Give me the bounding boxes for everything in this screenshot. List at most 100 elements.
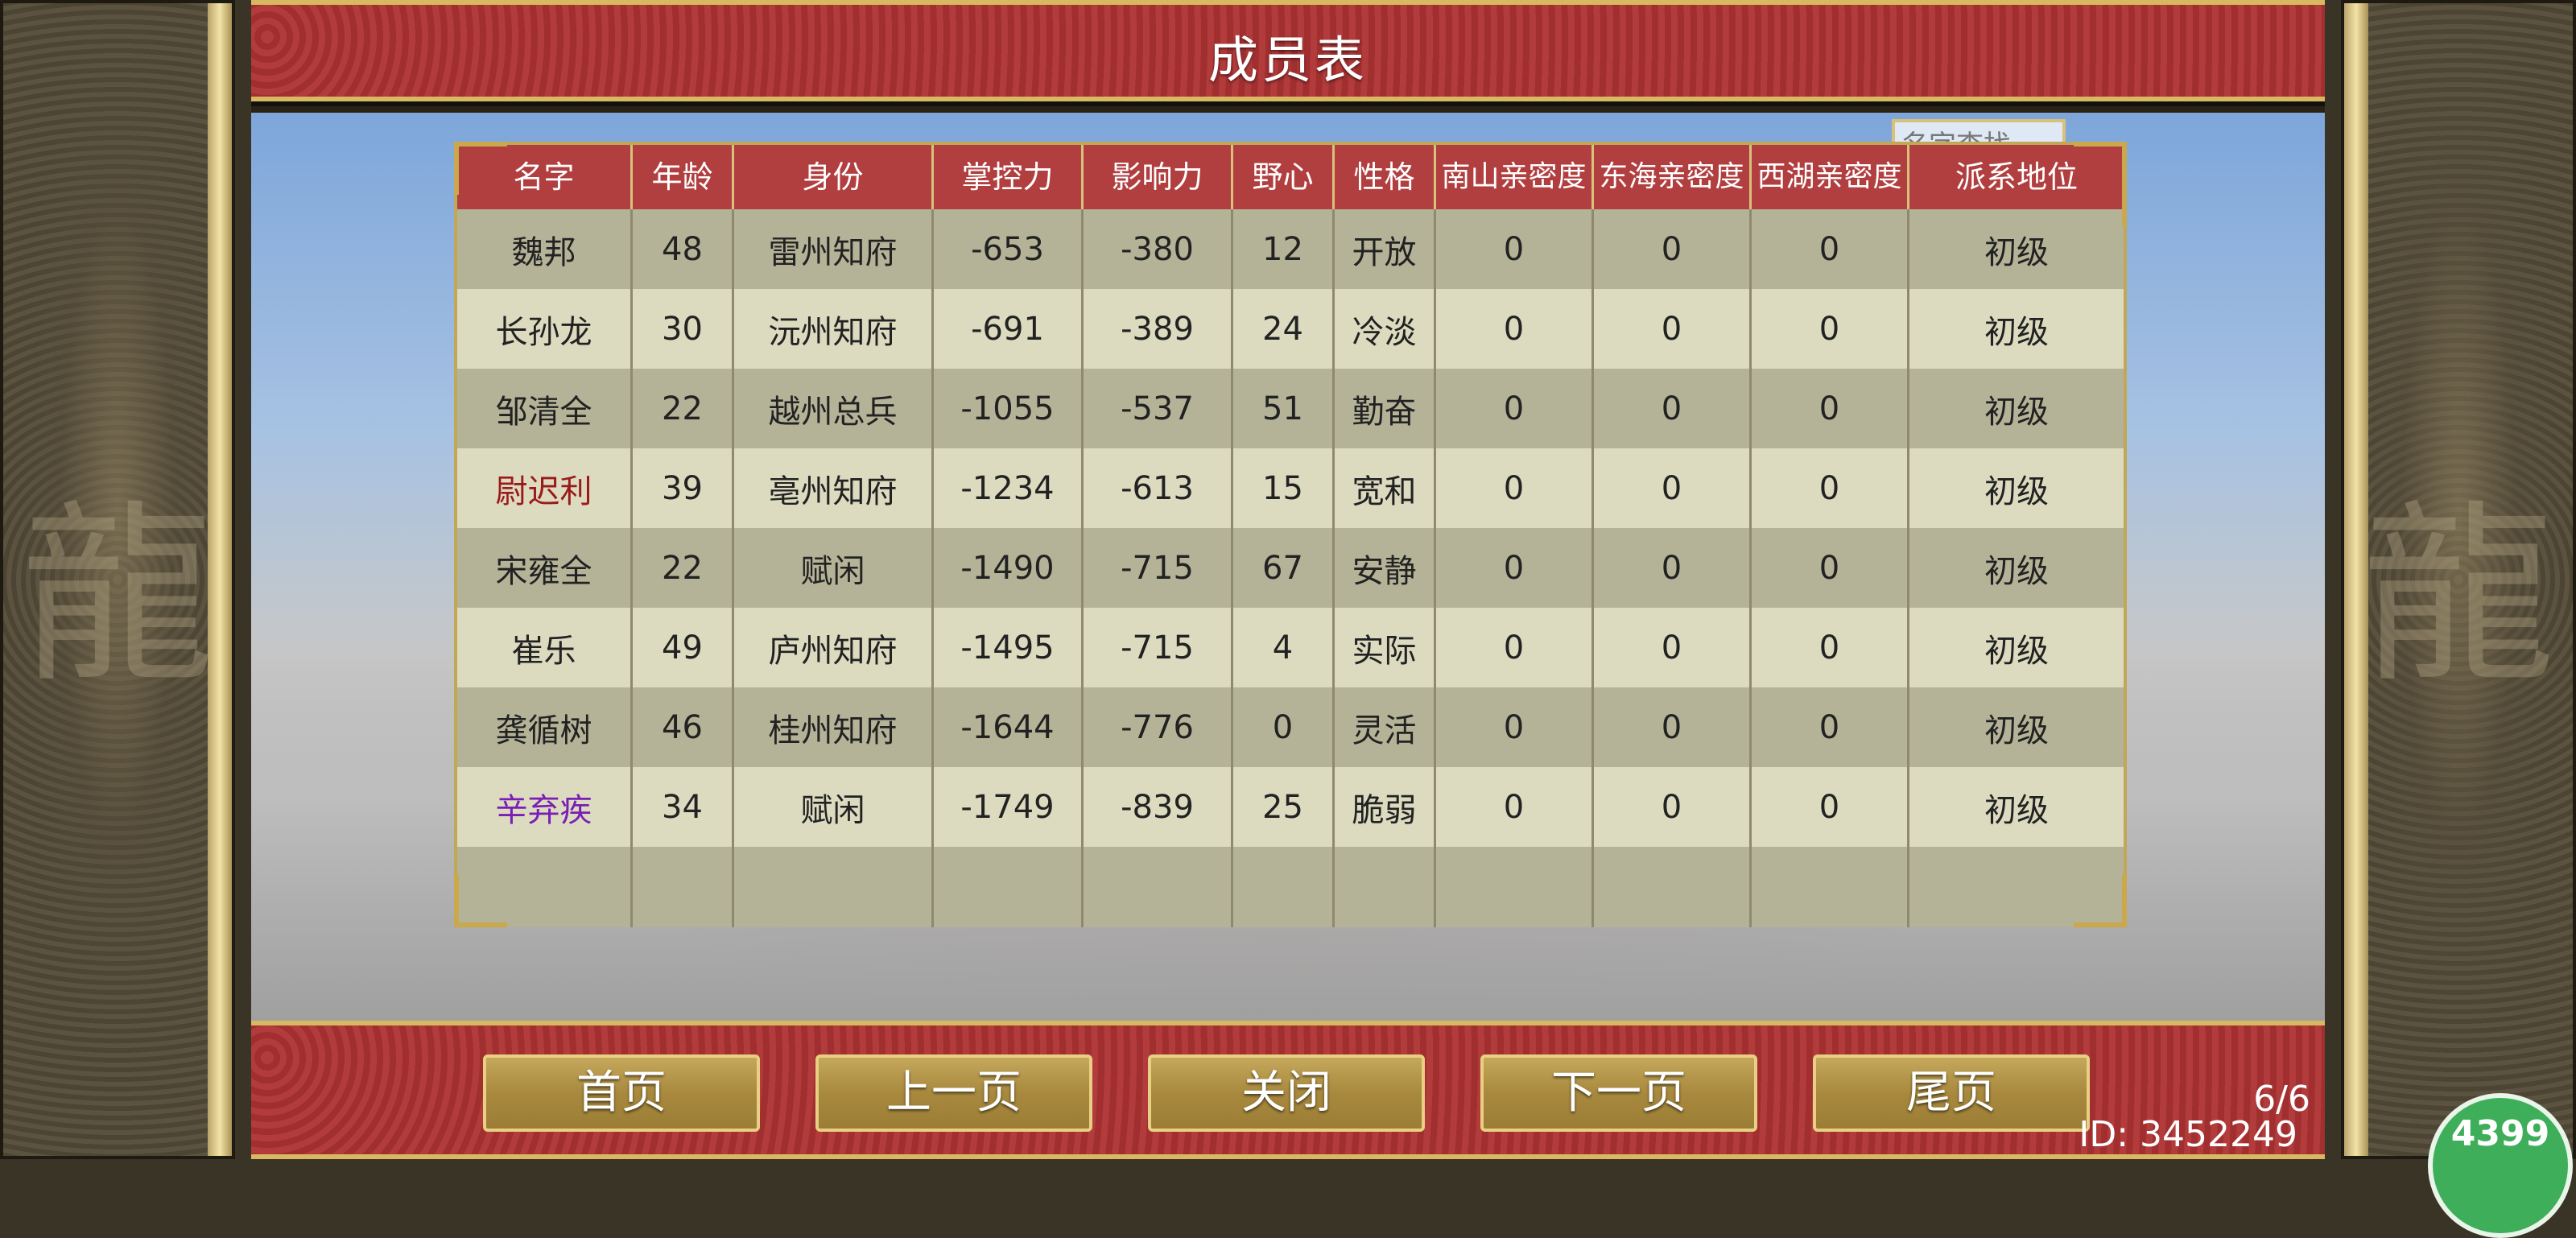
table-body: 魏邦 48 雷州知府 -653 -380 12 开放 0 0 0 初级 长孙龙 30 沅州知府 -691 -3…	[457, 209, 2124, 927]
cell-donghai: 0	[1594, 209, 1752, 289]
cell-rank: 初级	[1984, 473, 2049, 510]
cell-role: 沅州知府	[734, 289, 934, 369]
table-row[interactable]: 宋雍全 22 赋闲 -1490 -715 67 安静 0 0 0 初级	[457, 528, 2124, 608]
table-row[interactable]: 龚循树 46 桂州知府 -1644 -776 0 灵活 0 0 0 初级	[457, 687, 2124, 767]
cell-influence	[1084, 847, 1233, 927]
cell-control	[934, 847, 1084, 927]
last-page-button[interactable]: 尾页	[1813, 1054, 2090, 1132]
cell-nanshan: 0	[1436, 687, 1594, 767]
cell-age	[633, 847, 734, 927]
cell-role: 越州总兵	[734, 369, 934, 448]
cell-name: 崔乐	[457, 608, 633, 687]
cell-xihu: 0	[1752, 289, 1909, 369]
dragon-ornament-icon: 龍	[20, 483, 215, 709]
cell-ambition: 24	[1233, 289, 1335, 369]
cell-trait: 开放	[1335, 209, 1436, 289]
table-row[interactable]: 邹清全 22 越州总兵 -1055 -537 51 勤奋 0 0 0 初级	[457, 369, 2124, 448]
cell-role: 赋闲	[734, 767, 934, 847]
corner-ornament-icon	[2074, 874, 2127, 927]
title-banner: 成员表	[251, 0, 2325, 101]
cell-name: 龚循树	[457, 687, 633, 767]
table-row[interactable]: 辛弃疾 34 赋闲 -1749 -839 25 脆弱 0 0 0 初级	[457, 767, 2124, 847]
cell-xihu: 0	[1752, 608, 1909, 687]
header-nanshan-affinity: 南山亲密度	[1436, 145, 1594, 209]
first-page-button[interactable]: 首页	[483, 1054, 760, 1132]
cell-control: -691	[934, 289, 1084, 369]
cell-influence: -715	[1084, 528, 1233, 608]
cell-nanshan: 0	[1436, 528, 1594, 608]
cell-ambition: 51	[1233, 369, 1335, 448]
cell-trait: 脆弱	[1335, 767, 1436, 847]
cell-rank: 初级	[1984, 791, 2049, 829]
next-page-button[interactable]: 下一页	[1480, 1054, 1757, 1132]
table-row-empty	[457, 847, 2124, 927]
cell-ambition: 67	[1233, 528, 1335, 608]
cell-age: 22	[633, 369, 734, 448]
cell-control: -1749	[934, 767, 1084, 847]
badge-4399[interactable]: 4399	[2428, 1093, 2573, 1238]
cell-donghai: 0	[1594, 608, 1752, 687]
cell-name: 魏邦	[457, 209, 633, 289]
cell-control: -1490	[934, 528, 1084, 608]
header-control: 掌控力	[934, 145, 1084, 209]
table-header: 名字 年龄 身份 掌控力 影响力 野心 性格 南山亲密度 东海亲密度 西湖亲密度…	[457, 145, 2124, 209]
cell-trait: 实际	[1335, 608, 1436, 687]
cell-trait: 宽和	[1335, 448, 1436, 528]
right-frame	[2344, 3, 2368, 1156]
cell-influence: -389	[1084, 289, 1233, 369]
cell-role	[734, 847, 934, 927]
cell-trait: 灵活	[1335, 687, 1436, 767]
cell-rank: 初级	[1984, 313, 2049, 351]
cell-donghai: 0	[1594, 369, 1752, 448]
cell-name: 长孙龙	[457, 289, 633, 369]
cell-nanshan: 0	[1436, 369, 1594, 448]
cell-control: -1055	[934, 369, 1084, 448]
header-age: 年龄	[633, 145, 734, 209]
cell-role: 亳州知府	[734, 448, 934, 528]
cell-role: 庐州知府	[734, 608, 934, 687]
cell-role: 赋闲	[734, 528, 934, 608]
table-row[interactable]: 崔乐 49 庐州知府 -1495 -715 4 实际 0 0 0 初级	[457, 608, 2124, 687]
cell-age: 49	[633, 608, 734, 687]
header-influence: 影响力	[1084, 145, 1233, 209]
cell-xihu: 0	[1752, 209, 1909, 289]
cell-ambition: 4	[1233, 608, 1335, 687]
cell-ambition	[1233, 847, 1335, 927]
header-role: 身份	[734, 145, 934, 209]
cell-ambition: 0	[1233, 687, 1335, 767]
cell-age: 46	[633, 687, 734, 767]
dialog-title: 成员表	[1208, 31, 1368, 89]
cell-rank: 初级	[1984, 632, 2049, 670]
cell-age: 30	[633, 289, 734, 369]
user-id: ID: 3452249	[2079, 1114, 2297, 1155]
header-donghai-affinity: 东海亲密度	[1594, 145, 1752, 209]
cell-ambition: 15	[1233, 448, 1335, 528]
corner-ornament-icon	[454, 142, 507, 195]
cell-nanshan: 0	[1436, 289, 1594, 369]
cell-name: 尉迟利	[457, 448, 633, 528]
table-row[interactable]: 魏邦 48 雷州知府 -653 -380 12 开放 0 0 0 初级	[457, 209, 2124, 289]
cell-age: 34	[633, 767, 734, 847]
cell-trait: 冷淡	[1335, 289, 1436, 369]
cell-age: 48	[633, 209, 734, 289]
header-xihu-affinity: 西湖亲密度	[1752, 145, 1909, 209]
cell-nanshan	[1436, 847, 1594, 927]
cell-xihu: 0	[1752, 767, 1909, 847]
header-trait: 性格	[1335, 145, 1436, 209]
cell-xihu: 0	[1752, 369, 1909, 448]
cell-donghai: 0	[1594, 448, 1752, 528]
table-row[interactable]: 尉迟利 39 亳州知府 -1234 -613 15 宽和 0 0 0 初级	[457, 448, 2124, 528]
close-button[interactable]: 关闭	[1148, 1054, 1425, 1132]
prev-page-button[interactable]: 上一页	[815, 1054, 1092, 1132]
cell-name: 邹清全	[457, 369, 633, 448]
cell-xihu: 0	[1752, 528, 1909, 608]
cell-donghai: 0	[1594, 289, 1752, 369]
cell-rank: 初级	[1984, 393, 2049, 431]
cell-control: -1495	[934, 608, 1084, 687]
cell-rank: 初级	[1984, 552, 2049, 590]
cell-nanshan: 0	[1436, 608, 1594, 687]
cell-trait: 勤奋	[1335, 369, 1436, 448]
table-row[interactable]: 长孙龙 30 沅州知府 -691 -389 24 冷淡 0 0 0 初级	[457, 289, 2124, 369]
left-dragon-panel: 龍	[0, 0, 235, 1159]
cell-control: -653	[934, 209, 1084, 289]
